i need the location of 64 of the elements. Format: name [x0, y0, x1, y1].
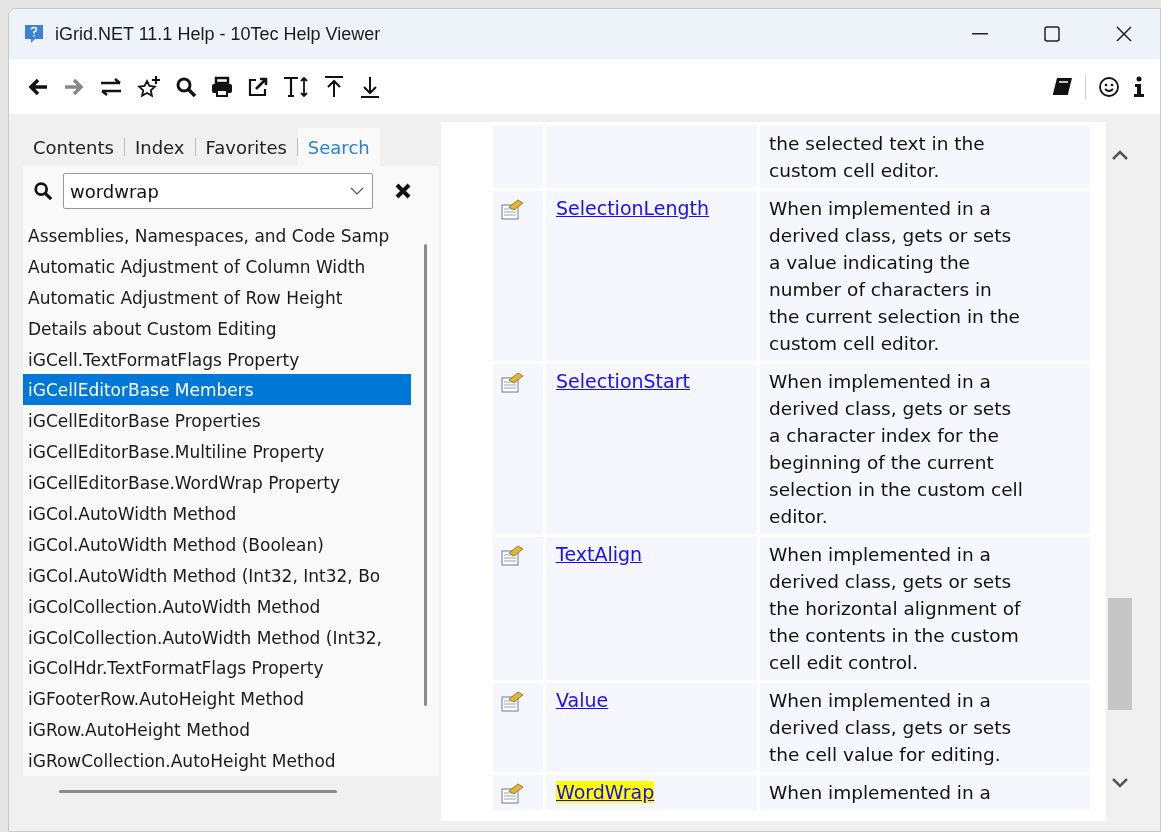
- search-result-item[interactable]: Assemblies, Namespaces, and Code Samp: [23, 220, 411, 251]
- member-description: the selected text in the custom cell editor.: [769, 132, 986, 183]
- property-icon: [501, 691, 525, 713]
- maximize-icon: [1044, 26, 1060, 42]
- member-description: When implemented in a derived class, gets or sets a character index for the beginning of the current selection in the custom cell editor.: [769, 370, 1024, 529]
- scroll-to-top-icon[interactable]: [323, 74, 345, 99]
- star-plus-icon[interactable]: [137, 74, 161, 99]
- property-icon: [501, 199, 525, 221]
- search-result-item[interactable]: iGRowCollection.AutoHeight Method: [23, 745, 411, 776]
- download-icon[interactable]: [359, 74, 381, 99]
- search-result-item[interactable]: Automatic Adjustment of Column Width: [23, 250, 411, 282]
- search-result-item[interactable]: iGCellEditorBase.WordWrap Property: [23, 467, 411, 498]
- sync-arrows-icon[interactable]: [99, 75, 123, 98]
- search-result-item[interactable]: iGColCollection.AutoWidth Method (Int32,: [23, 621, 411, 653]
- tab[interactable]: Contents: [23, 128, 124, 166]
- info-icon[interactable]: [1132, 75, 1146, 98]
- search-result-item[interactable]: iGFooterRow.AutoHeight Method: [23, 683, 411, 715]
- search-result-item[interactable]: iGCellEditorBase.Multiline Property: [23, 436, 411, 468]
- window-title: iGrid.NET 11.1 Help - 10Tec Help Viewer: [55, 22, 381, 46]
- tab[interactable]: Index: [124, 128, 195, 166]
- member-description: When implemented in a: [769, 781, 992, 805]
- search-result-item[interactable]: iGCellEditorBase Members: [23, 374, 411, 406]
- search-result-item[interactable]: iGCol.AutoWidth Method (Int32, Int32, Bo: [23, 559, 411, 591]
- scroll-down-chevron-icon[interactable]: [1112, 778, 1128, 788]
- member-description: When implemented in a derived class, gets or sets the horizontal alignment of the contents in the custom cell edit control.: [769, 543, 1022, 675]
- search-result-item[interactable]: iGCellEditorBase Properties: [23, 405, 411, 437]
- search-input[interactable]: wordwrap: [70, 177, 350, 205]
- search-result-item[interactable]: iGRow.AutoHeight Method: [23, 714, 411, 746]
- help-icon: [23, 23, 45, 45]
- member-link[interactable]: SelectionLength: [556, 197, 710, 219]
- search-icon[interactable]: [175, 75, 197, 98]
- tab[interactable]: Favorites: [195, 128, 297, 166]
- clear-icon[interactable]: [395, 183, 411, 199]
- scrollbar-thumb[interactable]: [59, 790, 337, 793]
- property-icon: [501, 372, 525, 394]
- search-result-item[interactable]: iGCol.AutoWidth Method: [23, 498, 411, 529]
- search-result-item[interactable]: Details about Custom Editing: [23, 312, 411, 344]
- search-result-item[interactable]: iGCol.AutoWidth Method (Boolean): [23, 528, 411, 560]
- tab[interactable]: Search: [297, 128, 380, 166]
- printer-icon[interactable]: [211, 75, 233, 98]
- property-icon: [501, 545, 525, 567]
- search-result-item[interactable]: iGCell.TextFormatFlags Property: [23, 343, 411, 375]
- close-icon: [1116, 26, 1132, 42]
- smiley-icon[interactable]: [1098, 75, 1120, 98]
- external-link-icon[interactable]: [247, 75, 269, 98]
- search-result-item[interactable]: Automatic Adjustment of Row Height: [23, 281, 411, 313]
- dropdown-chevron-icon[interactable]: [350, 187, 364, 195]
- scrollbar-thumb[interactable]: [1108, 598, 1132, 710]
- search-icon: [33, 181, 53, 201]
- member-link[interactable]: Value: [556, 689, 609, 711]
- text-size-icon[interactable]: [283, 74, 309, 99]
- member-description: When implemented in a derived class, gets or sets the cell value for editing.: [769, 689, 1013, 767]
- member-link[interactable]: TextAlign: [556, 543, 643, 565]
- member-link[interactable]: WordWrap: [556, 781, 655, 803]
- book-icon[interactable]: [1051, 76, 1073, 97]
- scrollbar-thumb[interactable]: [423, 244, 427, 706]
- minimize-icon: [972, 33, 988, 35]
- member-link[interactable]: SelectionStart: [556, 370, 690, 392]
- scroll-up-chevron-icon[interactable]: [1112, 150, 1128, 160]
- search-result-item[interactable]: iGColHdr.TextFormatFlags Property: [23, 652, 411, 684]
- property-icon: [501, 783, 525, 805]
- member-description: When implemented in a derived class, gets or sets a value indicating the number of characters in the current selection in the custom cell editor.: [769, 197, 1021, 356]
- search-result-item[interactable]: iGColCollection.AutoWidth Method: [23, 590, 411, 622]
- search-field[interactable]: wordwrap: [63, 173, 373, 209]
